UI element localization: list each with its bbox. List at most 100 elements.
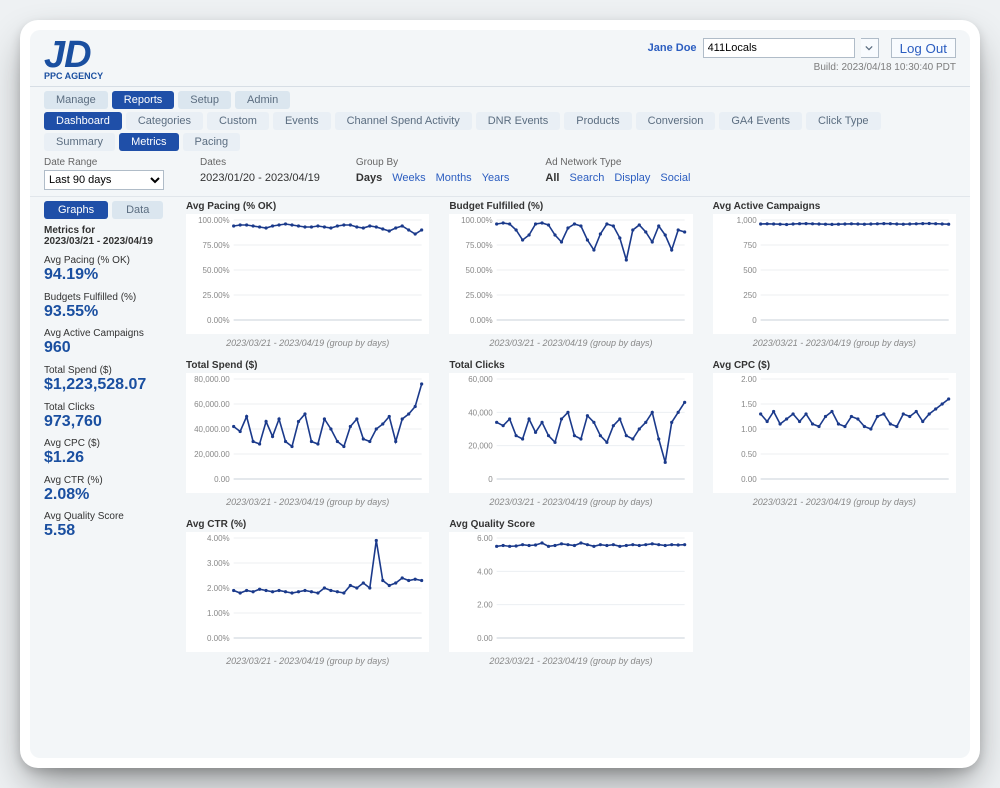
tab-products[interactable]: Products (564, 112, 631, 130)
svg-text:75.00%: 75.00% (466, 241, 493, 250)
filter-label-dates: Dates (200, 157, 320, 168)
chart-avg-pacing-ok-: 0.00%25.00%50.00%75.00%100.00% (186, 214, 429, 334)
chart-caption: 2023/03/21 - 2023/04/19 (group by days) (186, 497, 429, 507)
metric-value: 2.08% (44, 486, 174, 504)
toggle-display[interactable]: Display (614, 172, 650, 184)
filter-label-groupby: Group By (356, 157, 510, 168)
logo-subtext: PPC AGENCY (44, 72, 103, 80)
chart-title: Avg Quality Score (449, 519, 692, 530)
tab-dashboard[interactable]: Dashboard (44, 112, 122, 130)
chart-caption: 2023/03/21 - 2023/04/19 (group by days) (186, 656, 429, 666)
svg-text:3.00%: 3.00% (207, 559, 230, 568)
toggle-all[interactable]: All (545, 172, 559, 184)
tab-channel-spend-activity[interactable]: Channel Spend Activity (335, 112, 472, 130)
chart-title: Total Spend ($) (186, 360, 429, 371)
chart-title: Budget Fulfilled (%) (449, 201, 692, 212)
svg-text:750: 750 (743, 241, 757, 250)
toggle-years[interactable]: Years (482, 172, 510, 184)
svg-text:50.00%: 50.00% (466, 266, 493, 275)
tab-custom[interactable]: Custom (207, 112, 269, 130)
chart-avg-active-campaigns: 02505007501,000 (713, 214, 956, 334)
logo: JD PPC AGENCY (44, 38, 103, 80)
svg-text:0.00: 0.00 (477, 634, 493, 643)
metrics-title: Metrics for 2023/03/21 - 2023/04/19 (44, 225, 174, 247)
tab-manage[interactable]: Manage (44, 91, 108, 109)
chart-avg-ctr-: 0.00% 1.00% 2.00% 3.00% 4.00% (186, 532, 429, 652)
metric-value: 960 (44, 339, 174, 357)
svg-text:40,000.00: 40,000.00 (194, 425, 230, 434)
metric-label: Avg CTR (%) (44, 475, 174, 486)
tab-data[interactable]: Data (112, 201, 163, 219)
tab-admin[interactable]: Admin (235, 91, 290, 109)
tab-events[interactable]: Events (273, 112, 331, 130)
svg-text:0.00: 0.00 (741, 475, 757, 484)
metric-label: Avg Active Campaigns (44, 328, 174, 339)
svg-text:250: 250 (743, 291, 757, 300)
tab-categories[interactable]: Categories (126, 112, 203, 130)
metrics-date-range[interactable]: 2023/03/21 - 2023/04/19 (44, 236, 153, 247)
toggle-days[interactable]: Days (356, 172, 382, 184)
svg-text:1,000: 1,000 (736, 216, 757, 225)
metric-label: Avg Pacing (% OK) (44, 255, 174, 266)
chart-caption: 2023/03/21 - 2023/04/19 (group by days) (713, 497, 956, 507)
metric-value: $1.26 (44, 449, 174, 467)
toggle-social[interactable]: Social (660, 172, 690, 184)
chart-avg-quality-score: 0.00 2.00 4.00 6.00 (449, 532, 692, 652)
svg-text:2.00%: 2.00% (207, 584, 230, 593)
account-select-caret[interactable] (861, 38, 879, 58)
tab-click-type[interactable]: Click Type (806, 112, 881, 130)
tab-summary[interactable]: Summary (44, 133, 115, 151)
svg-text:80,000.00: 80,000.00 (194, 375, 230, 384)
tab-dnr-events[interactable]: DNR Events (476, 112, 561, 130)
svg-text:60,000.00: 60,000.00 (194, 400, 230, 409)
tab-setup[interactable]: Setup (178, 91, 231, 109)
chart-caption: 2023/03/21 - 2023/04/19 (group by days) (449, 338, 692, 348)
chart-title: Avg CTR (%) (186, 519, 429, 530)
toggle-months[interactable]: Months (436, 172, 472, 184)
tab-reports[interactable]: Reports (112, 91, 175, 109)
tab-ga4-events[interactable]: GA4 Events (719, 112, 802, 130)
svg-text:2.00: 2.00 (741, 375, 757, 384)
chart-caption: 2023/03/21 - 2023/04/19 (group by days) (449, 656, 692, 666)
logo-text: JD (44, 38, 103, 72)
chart-title: Total Clicks (449, 360, 692, 371)
toggle-search[interactable]: Search (569, 172, 604, 184)
user-name-link[interactable]: Jane Doe (648, 42, 697, 54)
toggle-weeks[interactable]: Weeks (392, 172, 425, 184)
date-range-select[interactable]: Last 90 days (44, 170, 164, 190)
account-select[interactable] (703, 38, 855, 58)
tab-conversion[interactable]: Conversion (636, 112, 716, 130)
svg-text:75.00%: 75.00% (203, 241, 230, 250)
filter-label-adnetwork: Ad Network Type (545, 157, 690, 168)
metric-label: Avg Quality Score (44, 511, 174, 522)
svg-text:0.00%: 0.00% (207, 316, 230, 325)
svg-text:1.00%: 1.00% (207, 609, 230, 618)
tab-pacing[interactable]: Pacing (183, 133, 241, 151)
metric-label: Budgets Fulfilled (%) (44, 292, 174, 303)
svg-text:1.00: 1.00 (741, 425, 757, 434)
metric-value: 973,760 (44, 413, 174, 431)
build-stamp: Build: 2023/04/18 10:30:40 PDT (814, 62, 956, 73)
svg-text:0: 0 (489, 475, 494, 484)
metric-value: 94.19% (44, 266, 174, 284)
svg-text:0.00%: 0.00% (207, 634, 230, 643)
svg-text:0.00%: 0.00% (470, 316, 493, 325)
svg-text:60,000: 60,000 (469, 375, 494, 384)
chart-budget-fulfilled-: 0.00%25.00%50.00%75.00%100.00% (449, 214, 692, 334)
tab-graphs[interactable]: Graphs (44, 201, 108, 219)
svg-text:2.00: 2.00 (477, 601, 493, 610)
svg-text:6.00: 6.00 (477, 534, 493, 543)
svg-text:1.50: 1.50 (741, 400, 757, 409)
svg-text:4.00%: 4.00% (207, 534, 230, 543)
svg-text:20,000.00: 20,000.00 (194, 450, 230, 459)
metric-label: Total Clicks (44, 402, 174, 413)
svg-text:20,000: 20,000 (469, 442, 494, 451)
chart-total-clicks: 020,00040,00060,000 (449, 373, 692, 493)
logout-button[interactable]: Log Out (891, 38, 956, 58)
chart-avg-cpc-: 0.000.501.001.502.00 (713, 373, 956, 493)
chart-title: Avg Active Campaigns (713, 201, 956, 212)
chart-caption: 2023/03/21 - 2023/04/19 (group by days) (186, 338, 429, 348)
chart-title: Avg Pacing (% OK) (186, 201, 429, 212)
svg-text:4.00: 4.00 (477, 568, 493, 577)
tab-metrics[interactable]: Metrics (119, 133, 178, 151)
